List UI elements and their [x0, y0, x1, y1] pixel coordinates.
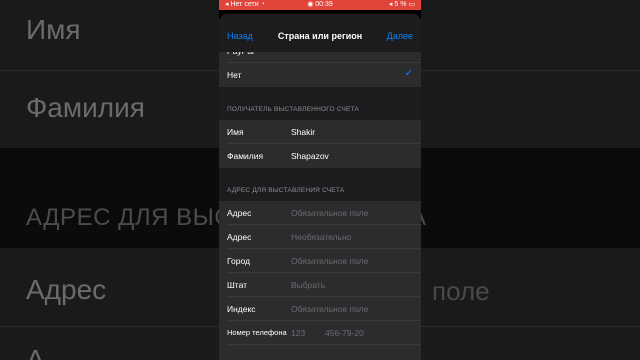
next-button[interactable]: Далее — [387, 31, 413, 41]
battery-indicator: ◂ 5 % ▭ — [389, 0, 415, 10]
recipient-section-header: ПОЛУЧАТЕЛЬ ВЫСТАВЛЕННОГО СЧЕТА — [227, 106, 360, 113]
bg-section-header: АДРЕС ДЛЯ ВЫСТ — [26, 204, 247, 231]
address-line2-field[interactable]: Необязательно — [291, 232, 351, 242]
next-row-partial — [219, 345, 421, 360]
billing-sheet: Назад Страна или регион Далее PayPal Нет… — [219, 14, 421, 360]
city-row[interactable]: Город Обязательное поле — [219, 249, 421, 273]
navigation-bar: Назад Страна или регион Далее — [219, 14, 421, 52]
checkmark-icon: ✓ — [404, 68, 413, 79]
last-name-row[interactable]: Фамилия Shapazov — [219, 144, 421, 168]
state-picker[interactable]: Выбрать — [291, 280, 325, 290]
city-field[interactable]: Обязательное поле — [291, 256, 368, 266]
address-line1-field[interactable]: Обязательное поле — [291, 208, 368, 218]
bg-placeholder-tail: поле — [432, 276, 490, 306]
first-name-row[interactable]: Имя Shakir — [219, 120, 421, 144]
address-line1-label: Адрес — [227, 208, 252, 218]
phone-number-field[interactable]: 456-79-20 — [325, 328, 364, 338]
battery-icon: ▭ — [408, 1, 415, 8]
postal-code-label: Индекс — [227, 304, 256, 314]
phone-row[interactable]: Номер телефона 123 456-79-20 — [219, 321, 421, 345]
state-row[interactable]: Штат Выбрать — [219, 273, 421, 297]
phone-area-code-field[interactable]: 123 — [291, 328, 305, 338]
state-label: Штат — [227, 280, 248, 290]
last-name-label: Фамилия — [227, 151, 264, 161]
postal-code-row[interactable]: Индекс Обязательное поле — [219, 297, 421, 321]
status-bar: ◂ Нет сети ◔ ◉ 00:39 ◂ 5 % ▭ — [219, 0, 421, 10]
last-name-field[interactable]: Shapazov — [291, 151, 329, 161]
first-name-label: Имя — [227, 127, 244, 137]
phone-screen: ◂ Нет сети ◔ ◉ 00:39 ◂ 5 % ▭ Назад Стран… — [219, 0, 421, 360]
payment-option-none[interactable]: Нет ✓ — [219, 63, 421, 87]
phone-label: Номер телефона — [227, 328, 287, 337]
first-name-field[interactable]: Shakir — [291, 127, 315, 137]
time-text: 00:39 — [315, 1, 333, 8]
billing-address-section-header: АДРЕС ДЛЯ ВЫСТАВЛЕНИЯ СЧЕТА — [227, 187, 345, 194]
address-line2-row[interactable]: Адрес Необязательно — [219, 225, 421, 249]
city-label: Город — [227, 256, 250, 266]
address-line2-label: Адрес — [227, 232, 252, 242]
address-line1-row[interactable]: Адрес Обязательное поле — [219, 201, 421, 225]
postal-code-field[interactable]: Обязательное поле — [291, 304, 368, 314]
payment-option-label: Нет — [227, 70, 242, 80]
battery-text: 5 % — [394, 1, 407, 8]
